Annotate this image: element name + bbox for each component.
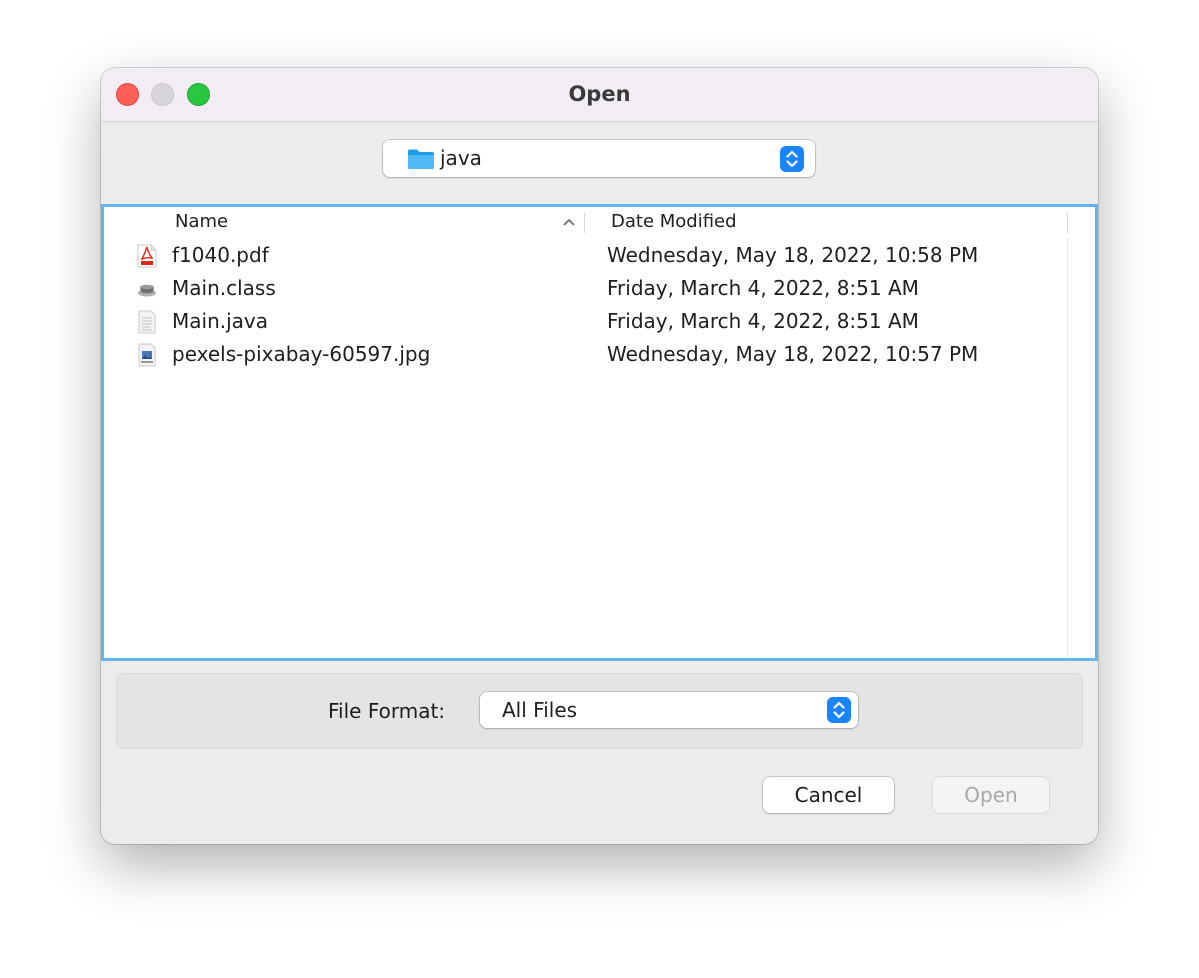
- file-format-panel: File Format: All Files: [116, 673, 1083, 749]
- location-popup-button[interactable]: java: [383, 140, 815, 177]
- file-date-modified: Friday, March 4, 2022, 8:51 AM: [607, 309, 919, 333]
- column-divider: [1067, 213, 1068, 233]
- window-title: Open: [568, 82, 631, 106]
- file-name: Main.class: [172, 276, 276, 300]
- text-document-icon: [138, 310, 156, 334]
- file-row[interactable]: Main.java Friday, March 4, 2022, 8:51 AM: [104, 305, 1064, 338]
- file-date-modified: Wednesday, May 18, 2022, 10:57 PM: [607, 342, 979, 366]
- column-header-date-modified[interactable]: Date Modified: [611, 207, 737, 237]
- file-row[interactable]: Main.class Friday, March 4, 2022, 8:51 A…: [104, 272, 1064, 305]
- java-class-icon: [138, 284, 156, 297]
- file-date-modified: Friday, March 4, 2022, 8:51 AM: [607, 276, 919, 300]
- file-name: pexels-pixabay-60597.jpg: [172, 342, 431, 366]
- pdf-icon: [137, 244, 157, 268]
- sort-ascending-icon[interactable]: [562, 215, 576, 229]
- file-format-stepper-icon: [827, 697, 851, 723]
- file-list[interactable]: Name Date Modified f1040.pdf Wednesday, …: [101, 204, 1098, 661]
- cancel-button[interactable]: Cancel: [763, 777, 894, 813]
- file-format-label: File Format:: [328, 699, 446, 723]
- file-name: Main.java: [172, 309, 269, 333]
- file-format-popup-button[interactable]: All Files: [480, 692, 858, 728]
- image-file-icon: [138, 343, 156, 367]
- file-name: f1040.pdf: [172, 243, 269, 267]
- file-date-modified: Wednesday, May 18, 2022, 10:58 PM: [607, 243, 979, 267]
- column-divider[interactable]: [584, 213, 585, 233]
- column-header-name[interactable]: Name: [175, 207, 228, 237]
- title-bar: Open: [101, 68, 1098, 122]
- open-button[interactable]: Open: [933, 777, 1049, 813]
- file-row[interactable]: pexels-pixabay-60597.jpg Wednesday, May …: [104, 338, 1064, 371]
- file-row[interactable]: f1040.pdf Wednesday, May 18, 2022, 10:58…: [104, 239, 1064, 272]
- open-dialog: Open java Name Date Modified f1040.pdf W…: [101, 68, 1098, 844]
- location-label: java: [440, 146, 482, 170]
- file-format-value: All Files: [502, 698, 578, 722]
- location-stepper-icon: [780, 146, 804, 172]
- scrollbar-track[interactable]: [1067, 237, 1068, 658]
- folder-icon: [408, 149, 434, 169]
